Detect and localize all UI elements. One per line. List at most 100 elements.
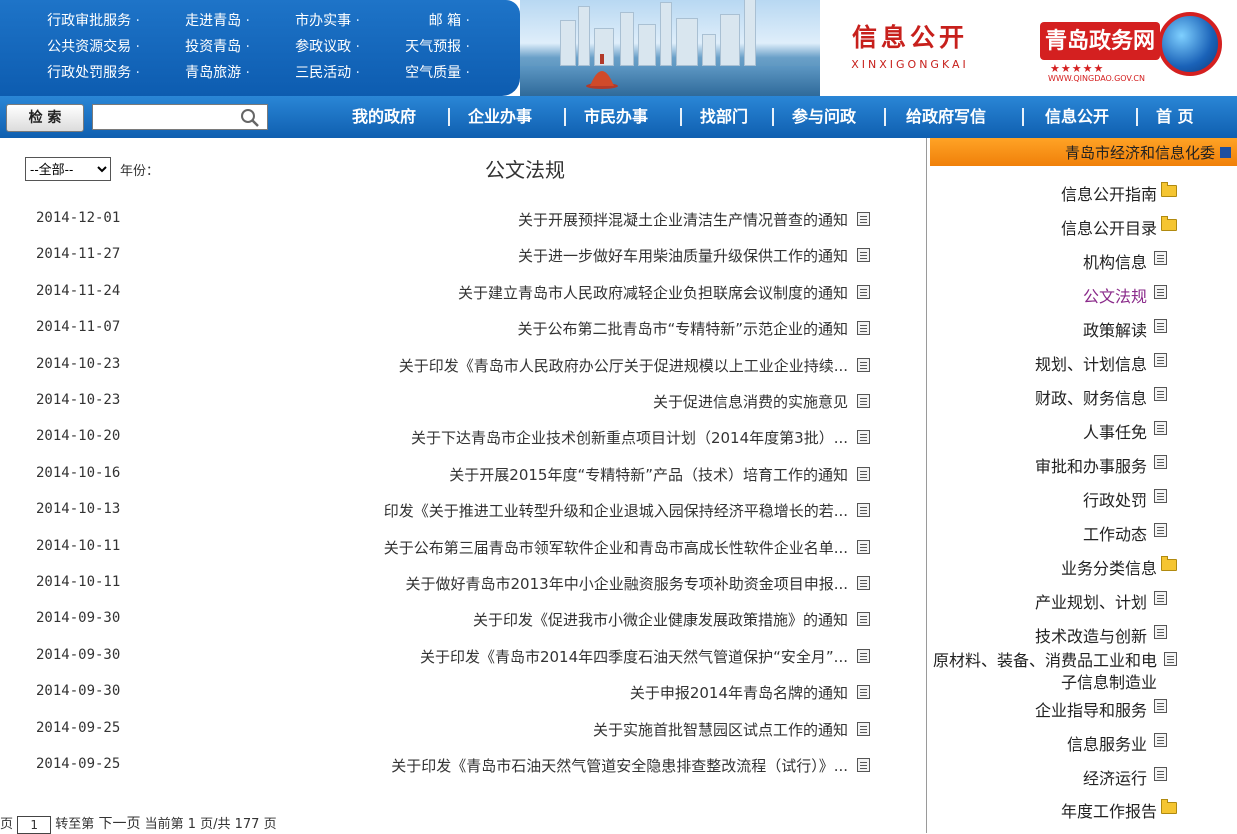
- table-row[interactable]: 2014-12-01 关于开展预拌混凝土企业清洁生产情况普查的通知: [0, 204, 926, 240]
- quick-link[interactable]: 行政审批服务: [30, 8, 140, 34]
- document-title-link[interactable]: 关于印发《青岛市2014年四季度石油天然气管道保护“安全月”...: [420, 646, 848, 667]
- page-icon: [1154, 421, 1167, 435]
- table-row[interactable]: 2014-10-11 关于做好青岛市2013年中小企业融资服务专项补助资金项目申报…: [0, 568, 926, 604]
- nav-item-my-government[interactable]: 我的政府: [352, 96, 416, 138]
- year-label: 年份：: [120, 164, 160, 179]
- sidebar-item[interactable]: 规划、计划信息: [930, 351, 1237, 375]
- table-row[interactable]: 2014-09-30 关于印发《青岛市2014年四季度石油天然气管道保护“安全月”…: [0, 641, 926, 677]
- sidebar-item[interactable]: 公文法规: [930, 283, 1237, 307]
- city-skyline-image: [520, 0, 820, 96]
- table-row[interactable]: 2014-10-16 关于开展2015年度“专精特新”产品（技术）培育工作的通知: [0, 459, 926, 495]
- site-logo[interactable]: 青岛政务网 ★★★★★ WWW.QINGDAO.GOV.CN: [1040, 10, 1222, 86]
- sidebar-item-label: 信息公开指南: [1060, 185, 1157, 204]
- document-title-link[interactable]: 印发《关于推进工业转型升级和企业退城入园保持经济平稳增长的若...: [384, 500, 848, 521]
- quick-link[interactable]: 投资青岛: [140, 34, 250, 60]
- document-title-link[interactable]: 关于开展2015年度“专精特新”产品（技术）培育工作的通知: [449, 464, 848, 485]
- sidebar-item[interactable]: 产业规划、计划: [930, 589, 1237, 613]
- quick-link[interactable]: 行政处罚服务: [30, 60, 140, 86]
- logo-text: 青岛政务网: [1040, 22, 1160, 60]
- sidebar-item[interactable]: 人事任免: [930, 419, 1237, 443]
- sidebar-item[interactable]: 信息服务业: [930, 731, 1237, 755]
- document-title-link[interactable]: 关于促进信息消费的实施意见: [653, 391, 848, 412]
- search-icon[interactable]: [240, 108, 260, 128]
- table-row[interactable]: 2014-09-25 关于印发《青岛市石油天然气管道安全隐患排查整改流程（试行）》…: [0, 750, 926, 786]
- sidebar-item[interactable]: 工作动态: [930, 521, 1237, 545]
- nav-item-home[interactable]: 首 页: [1156, 96, 1194, 138]
- document-date: 2014-11-07: [36, 319, 121, 336]
- document-title-link[interactable]: 关于印发《青岛市人民政府办公厅关于促进规模以上工业企业持续...: [399, 355, 848, 376]
- sidebar-item[interactable]: 经济运行: [930, 765, 1237, 789]
- quick-link[interactable]: 青岛旅游: [140, 60, 250, 86]
- document-icon: [857, 576, 870, 590]
- nav-item-participate[interactable]: 参与问政: [792, 96, 856, 138]
- nav-separator: [1022, 108, 1024, 126]
- quick-link[interactable]: 三民活动: [250, 60, 360, 86]
- document-title-link[interactable]: 关于建立青岛市人民政府减轻企业负担联席会议制度的通知: [458, 282, 848, 303]
- search-button[interactable]: 检 索: [6, 104, 84, 132]
- sidebar-item[interactable]: 政策解读: [930, 317, 1237, 341]
- quick-link[interactable]: 空气质量: [360, 60, 470, 86]
- sidebar-item[interactable]: 企业指导和服务: [930, 697, 1237, 721]
- quick-link[interactable]: 公共资源交易: [30, 34, 140, 60]
- table-row[interactable]: 2014-10-23 关于促进信息消费的实施意见: [0, 386, 926, 422]
- pager-goto-suffix: 页: [0, 817, 14, 832]
- nav-separator: [772, 108, 774, 126]
- sidebar-item[interactable]: 机构信息: [930, 249, 1237, 273]
- table-row[interactable]: 2014-10-11 关于公布第三届青岛市领军软件企业和青岛市高成长性软件企业名单…: [0, 532, 926, 568]
- table-row[interactable]: 2014-09-25 关于实施首批智慧园区试点工作的通知: [0, 714, 926, 750]
- sidebar-item-label: 业务分类信息: [1060, 559, 1157, 578]
- quick-link[interactable]: 天气预报: [360, 34, 470, 60]
- table-row[interactable]: 2014-09-30 关于印发《促进我市小微企业健康发展政策措施》的通知: [0, 604, 926, 640]
- table-row[interactable]: 2014-10-20 关于下达青岛市企业技术创新重点项目计划（2014年度第3批）…: [0, 422, 926, 458]
- sidebar-item[interactable]: 技术改造与创新: [930, 623, 1237, 647]
- sidebar-item[interactable]: 审批和办事服务: [930, 453, 1237, 477]
- document-title-link[interactable]: 关于进一步做好车用柴油质量升级保供工作的通知: [518, 245, 848, 266]
- document-title-link[interactable]: 关于做好青岛市2013年中小企业融资服务专项补助资金项目申报...: [406, 573, 848, 594]
- page-icon: [1154, 387, 1167, 401]
- sidebar-item-label: 原材料、装备、消费品工业和电子信息制造业: [932, 651, 1157, 692]
- document-title-link[interactable]: 关于实施首批智慧园区试点工作的通知: [593, 719, 848, 740]
- table-row[interactable]: 2014-09-30 关于申报2014年青岛名牌的通知: [0, 677, 926, 713]
- sidebar-item[interactable]: 年度工作报告: [930, 798, 1237, 822]
- quick-link[interactable]: 走进青岛: [140, 8, 250, 34]
- quick-link[interactable]: 邮 箱: [360, 8, 470, 34]
- document-date: 2014-10-23: [36, 392, 121, 408]
- table-row[interactable]: 2014-11-07 关于公布第二批青岛市“专精特新”示范企业的通知: [0, 313, 926, 349]
- document-date: 2014-09-30: [36, 610, 121, 627]
- sidebar-item[interactable]: 行政处罚: [930, 487, 1237, 511]
- sidebar-item-label: 工作动态: [1082, 525, 1147, 544]
- table-row[interactable]: 2014-11-27 关于进一步做好车用柴油质量升级保供工作的通知: [0, 240, 926, 276]
- document-title-link[interactable]: 关于开展预拌混凝土企业清洁生产情况普查的通知: [518, 209, 848, 230]
- page-number-input[interactable]: 1: [17, 815, 52, 834]
- sidebar-item-label: 信息公开目录: [1060, 219, 1157, 238]
- table-row[interactable]: 2014-10-13 印发《关于推进工业转型升级和企业退城入园保持经济平稳增长的若…: [0, 495, 926, 531]
- document-icon: [857, 539, 870, 554]
- document-title-link[interactable]: 关于印发《青岛市石油天然气管道安全隐患排查整改流程（试行）》...: [391, 755, 848, 776]
- page-icon: [1154, 767, 1167, 781]
- document-title-link[interactable]: 关于公布第三届青岛市领军软件企业和青岛市高成长性软件企业名单...: [384, 537, 848, 558]
- document-list-panel: --全部-- 年份： 公文法规 2014-12-01 关于开展预拌混凝土企业清洁生…: [0, 138, 926, 834]
- sidebar-item[interactable]: 信息公开指南: [930, 181, 1237, 205]
- document-icon: [857, 394, 870, 408]
- sidebar-item[interactable]: 信息公开目录: [930, 215, 1237, 239]
- document-title-link[interactable]: 关于下达青岛市企业技术创新重点项目计划（2014年度第3批）...: [411, 427, 848, 448]
- nav-item-citizen-services[interactable]: 市民办事: [584, 96, 648, 138]
- sidebar-item[interactable]: 业务分类信息: [930, 555, 1237, 579]
- document-title-link[interactable]: 关于公布第二批青岛市“专精特新”示范企业的通知: [517, 318, 848, 339]
- nav-item-find-department[interactable]: 找部门: [700, 96, 748, 138]
- document-title-link[interactable]: 关于印发《促进我市小微企业健康发展政策措施》的通知: [473, 609, 848, 630]
- table-row[interactable]: 2014-11-24 关于建立青岛市人民政府减轻企业负担联席会议制度的通知: [0, 277, 926, 313]
- document-title-link[interactable]: 关于申报2014年青岛名牌的通知: [630, 682, 848, 703]
- table-row[interactable]: 2014-10-23 关于印发《青岛市人民政府办公厅关于促进规模以上工业企业持续.…: [0, 350, 926, 386]
- year-select[interactable]: --全部--: [25, 157, 111, 181]
- square-bullet-icon: [1220, 147, 1231, 158]
- quick-link[interactable]: 参政议政: [250, 34, 360, 60]
- next-page-link[interactable]: 下一页: [98, 816, 140, 832]
- sidebar-item[interactable]: 财政、财务信息: [930, 385, 1237, 409]
- nav-item-write-letter[interactable]: 给政府写信: [906, 96, 986, 138]
- nav-item-info-disclosure[interactable]: 信息公开: [1045, 96, 1109, 138]
- nav-item-business-services[interactable]: 企业办事: [468, 96, 532, 138]
- sidebar-item[interactable]: 原材料、装备、消费品工业和电子信息制造业: [930, 650, 1237, 694]
- quick-link[interactable]: 市办实事: [250, 8, 360, 34]
- nav-separator: [448, 108, 450, 126]
